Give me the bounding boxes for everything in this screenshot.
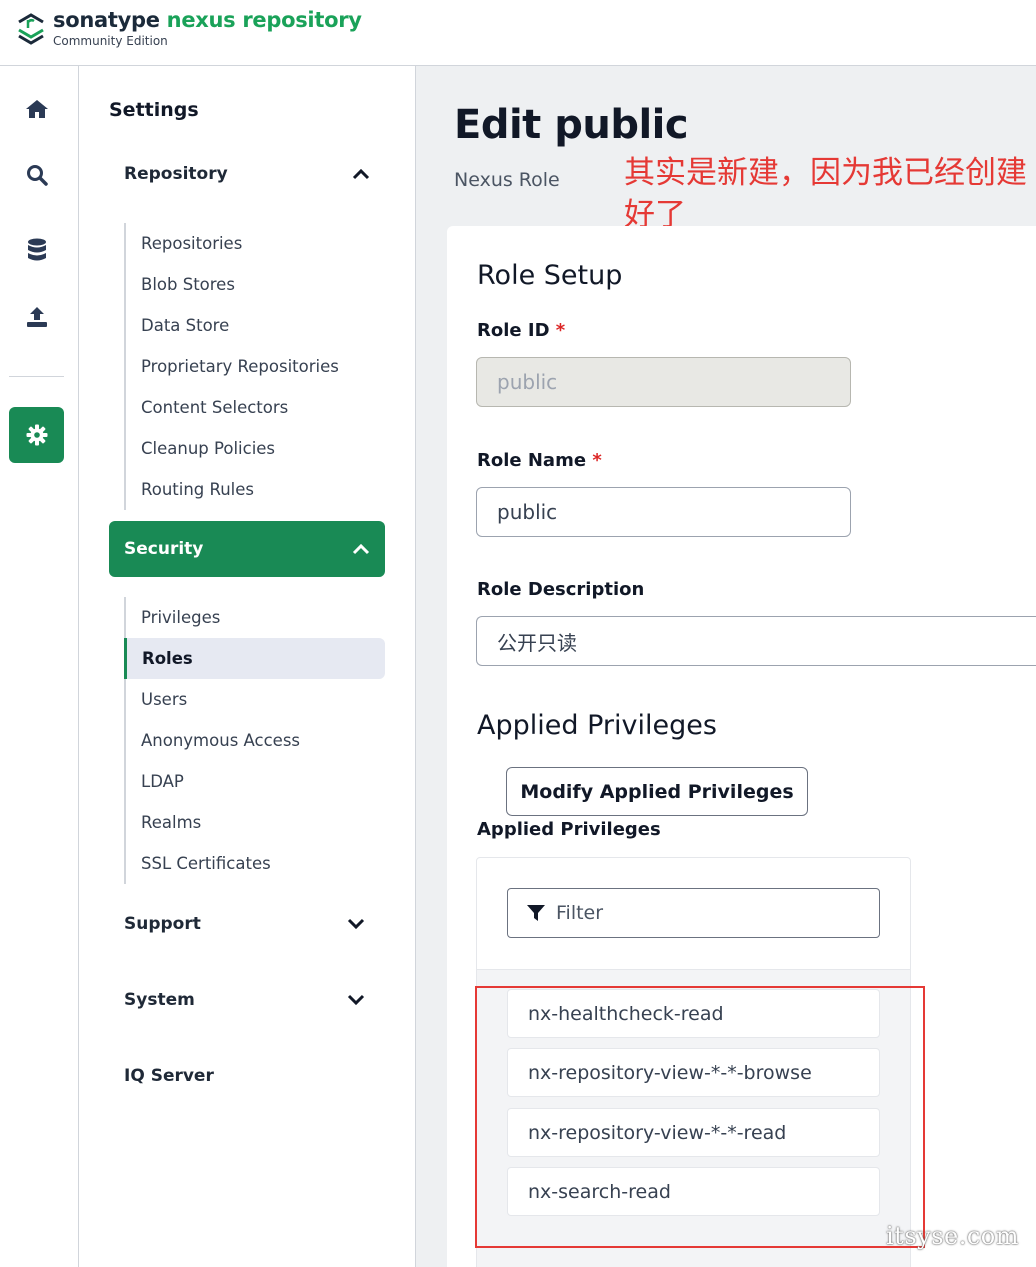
role-name-label-text: Role Name [477, 450, 587, 471]
role-setup-heading: Role Setup [477, 260, 623, 291]
filter-icon [527, 905, 545, 921]
brand-name[interactable]: sonatype nexus repository [53, 8, 362, 32]
nav-section-system[interactable]: System [124, 990, 385, 1010]
nav-item-content-selectors[interactable]: Content Selectors [126, 387, 385, 428]
nav-title: Settings [109, 99, 199, 121]
applied-privileges-heading: Applied Privileges [477, 710, 717, 741]
modify-applied-privileges-button[interactable]: Modify Applied Privileges [506, 767, 808, 816]
brand-secondary: nexus repository [166, 8, 362, 32]
rail-settings-button[interactable] [9, 407, 64, 463]
required-marker: * [555, 320, 566, 341]
role-description-field[interactable]: 公开只读 [476, 616, 1036, 666]
nav-section-repository[interactable]: Repository [109, 146, 385, 202]
nav-item-ssl-certificates[interactable]: SSL Certificates [126, 843, 385, 884]
annotation-note: 其实是新建，因为我已经创建好了 [624, 155, 1027, 233]
sonatype-logo-icon [18, 13, 44, 45]
page-title: Edit public [454, 102, 689, 148]
chevron-up-icon [352, 168, 370, 180]
database-icon [28, 238, 46, 261]
nav-item-ldap[interactable]: LDAP [126, 761, 385, 802]
nav-item-repositories[interactable]: Repositories [126, 223, 385, 264]
nav-item-cleanup-policies[interactable]: Cleanup Policies [126, 428, 385, 469]
upload-icon [27, 307, 47, 327]
repository-list: Repositories Blob Stores Data Store Prop… [124, 223, 385, 510]
edition-label: Community Edition [53, 34, 168, 48]
nav-item-blob-stores[interactable]: Blob Stores [126, 264, 385, 305]
page-subtitle: Nexus Role [454, 169, 560, 191]
nav-item-proprietary-repositories[interactable]: Proprietary Repositories [126, 346, 385, 387]
nav-section-iq-server[interactable]: IQ Server [124, 1066, 214, 1086]
search-icon [27, 165, 48, 186]
role-id-label-text: Role ID [477, 320, 550, 341]
nav-section-security[interactable]: Security [109, 521, 385, 577]
nav-item-privileges[interactable]: Privileges [126, 597, 385, 638]
nav-section-label: System [124, 990, 195, 1010]
annotation-highlight-box [475, 986, 925, 1248]
rail-browse-button[interactable] [20, 233, 54, 267]
role-id-field: public [476, 357, 851, 407]
rail-search-button[interactable] [20, 158, 54, 192]
nav-section-label: Support [124, 914, 201, 934]
nav-item-routing-rules[interactable]: Routing Rules [126, 469, 385, 510]
home-icon [26, 100, 48, 118]
app-header: sonatype nexus repository Community Edit… [0, 0, 1036, 66]
chevron-up-icon [352, 543, 370, 555]
rail-home-button[interactable] [20, 92, 54, 126]
role-id-label: Role ID * [477, 320, 565, 341]
nav-item-users[interactable]: Users [126, 679, 385, 720]
role-description-label: Role Description [477, 579, 645, 600]
watermark: itsyse.com [886, 1222, 1019, 1250]
chevron-down-icon [347, 994, 365, 1006]
nav-item-anonymous-access[interactable]: Anonymous Access [126, 720, 385, 761]
chevron-down-icon [347, 918, 365, 930]
nav-section-label: Repository [124, 164, 228, 184]
role-name-field[interactable]: public [476, 487, 851, 537]
main-content: Edit public Nexus Role 其实是新建，因为我已经创建好了 R… [416, 66, 1036, 1267]
gear-icon [26, 424, 47, 446]
applied-privileges-list-label: Applied Privileges [477, 819, 661, 840]
role-name-label: Role Name * [477, 450, 602, 471]
settings-nav: Settings Repository Repositories Blob St… [79, 66, 416, 1267]
nav-item-realms[interactable]: Realms [126, 802, 385, 843]
nav-item-data-store[interactable]: Data Store [126, 305, 385, 346]
brand-primary: sonatype [53, 8, 160, 32]
security-list: Privileges Roles Users Anonymous Access … [124, 597, 385, 884]
required-marker: * [592, 450, 602, 471]
nav-section-label: Security [124, 539, 204, 559]
privilege-filter-input[interactable]: Filter [507, 888, 880, 938]
filter-placeholder: Filter [556, 902, 604, 924]
rail-upload-button[interactable] [20, 300, 54, 334]
nav-section-support[interactable]: Support [124, 914, 385, 934]
rail-divider [9, 376, 64, 377]
nav-item-roles[interactable]: Roles [124, 638, 385, 679]
icon-rail [0, 66, 79, 1267]
